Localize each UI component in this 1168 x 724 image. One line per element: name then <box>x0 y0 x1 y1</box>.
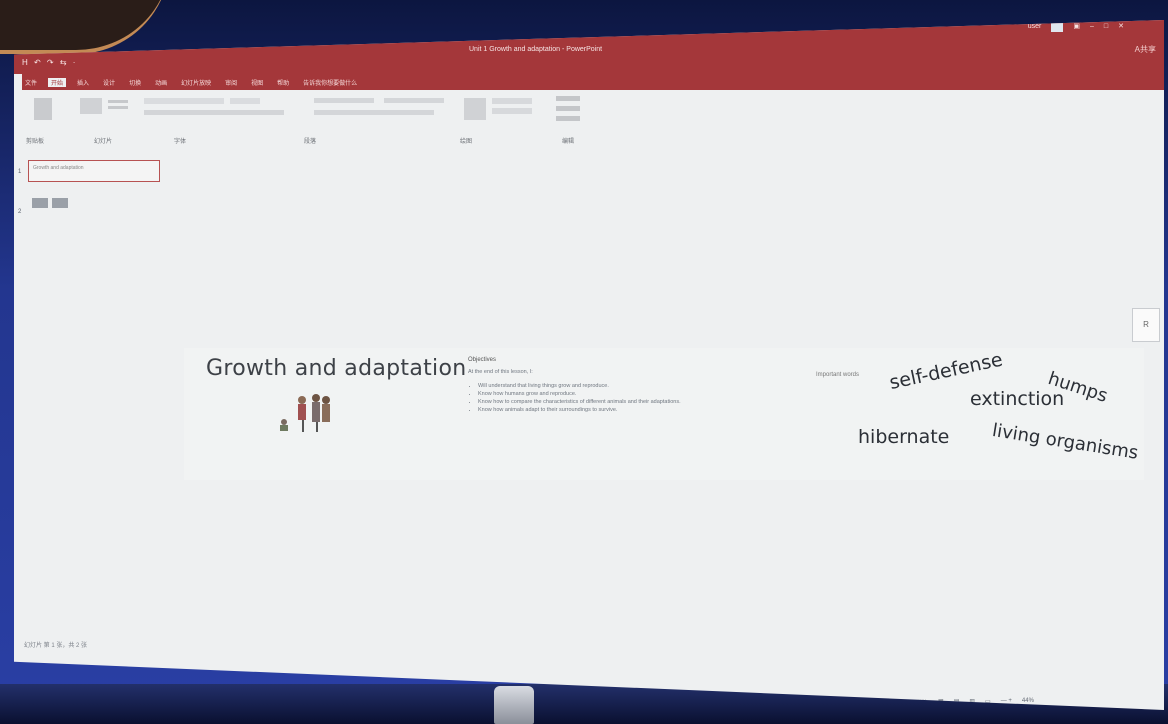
tab-slideshow[interactable]: 幻灯片放映 <box>178 78 214 87</box>
font-controls[interactable] <box>144 94 294 126</box>
slide-number: 2 <box>18 209 22 215</box>
word-hibernate: hibernate <box>858 426 950 448</box>
tab-review[interactable]: 审阅 <box>222 78 240 87</box>
side-panel-button[interactable]: R <box>1132 308 1160 342</box>
slide-thumbnail-2[interactable] <box>32 196 154 210</box>
family-illustration <box>280 394 330 432</box>
group-label-paragraph: 段落 <box>304 139 317 145</box>
paste-button[interactable] <box>24 94 64 126</box>
slide-canvas[interactable]: Growth and adaptation Objectives At the … <box>184 348 1144 480</box>
tab-file[interactable]: 文件 <box>22 78 40 87</box>
tab-view[interactable]: 视图 <box>248 78 266 87</box>
tab-help[interactable]: 帮助 <box>274 78 292 87</box>
objectives-block[interactable]: Objectives At the end of this lesson, I:… <box>468 356 768 414</box>
slide-numbers: 1 2 <box>18 166 21 218</box>
quick-access-toolbar[interactable]: H ↶ ↷ ⇆ · <box>22 58 77 67</box>
slide-counter: 幻灯片 第 1 张，共 2 张 <box>24 643 88 649</box>
powerpoint-window: H ↶ ↷ ⇆ · Unit 1 Growth and adaptation -… <box>14 20 1164 710</box>
group-label-clipboard: 剪贴板 <box>26 139 45 145</box>
new-slide-button[interactable] <box>74 94 134 126</box>
tab-transitions[interactable]: 切换 <box>126 78 144 87</box>
status-bar: 幻灯片 第 1 张，共 2 张 备注 批注 ▦ ▤ ▥ ▭ — + 44% <box>14 640 1164 707</box>
drawing-controls[interactable] <box>464 94 544 126</box>
slide-title[interactable]: Growth and adaptation <box>206 356 466 381</box>
word-living-organisms: living organisms <box>990 420 1140 464</box>
maximize-icon[interactable]: □ <box>1104 23 1108 30</box>
objective-item: Will understand that living things grow … <box>478 382 768 390</box>
ribbon: 剪贴板 幻灯片 字体 段落 绘图 编辑 <box>14 90 614 150</box>
ribbon-tabs: 文件 开始 插入 设计 切换 动画 幻灯片放映 审阅 视图 帮助 告诉我你想要做… <box>22 74 1164 90</box>
paragraph-controls[interactable] <box>314 94 454 126</box>
ribbon-display-icon[interactable]: ▣ <box>1073 22 1080 30</box>
thumbnail-image <box>32 198 48 208</box>
thumbnail-title: Growth and adaptation <box>33 165 84 171</box>
objectives-intro: At the end of this lesson, I: <box>468 369 533 375</box>
word-extinction: extinction <box>970 388 1065 410</box>
key-words-label: Important words <box>816 372 860 378</box>
camera-device <box>494 686 534 724</box>
group-label-drawing: 绘图 <box>460 139 473 145</box>
objective-item: Know how animals adapt to their surround… <box>478 406 768 414</box>
group-label-editing: 编辑 <box>562 139 575 145</box>
slide-thumbnail-1[interactable]: Growth and adaptation <box>28 160 160 182</box>
group-label-slides: 幻灯片 <box>94 139 113 145</box>
close-icon[interactable]: ✕ <box>1118 22 1124 30</box>
tab-home[interactable]: 开始 <box>48 77 67 87</box>
tab-animations[interactable]: 动画 <box>152 78 170 87</box>
objective-item: Know how humans grow and reproduce. <box>478 390 768 398</box>
minimize-icon[interactable]: – <box>1090 23 1094 30</box>
objective-item: Know how to compare the characteristics … <box>478 398 768 406</box>
objectives-heading: Objectives <box>468 357 497 363</box>
objectives-list: Will understand that living things grow … <box>468 382 768 414</box>
tab-insert[interactable]: 插入 <box>74 78 92 87</box>
editing-controls[interactable] <box>554 94 594 136</box>
thumbnail-image <box>52 198 68 208</box>
tab-design[interactable]: 设计 <box>100 78 118 87</box>
slide-number: 1 <box>18 169 22 175</box>
tell-me-search[interactable]: 告诉我你想要做什么 <box>300 78 360 87</box>
share-button[interactable]: A共享 <box>1135 44 1156 55</box>
group-label-font: 字体 <box>174 139 187 145</box>
window-title: Unit 1 Growth and adaptation - PowerPoin… <box>469 46 603 53</box>
